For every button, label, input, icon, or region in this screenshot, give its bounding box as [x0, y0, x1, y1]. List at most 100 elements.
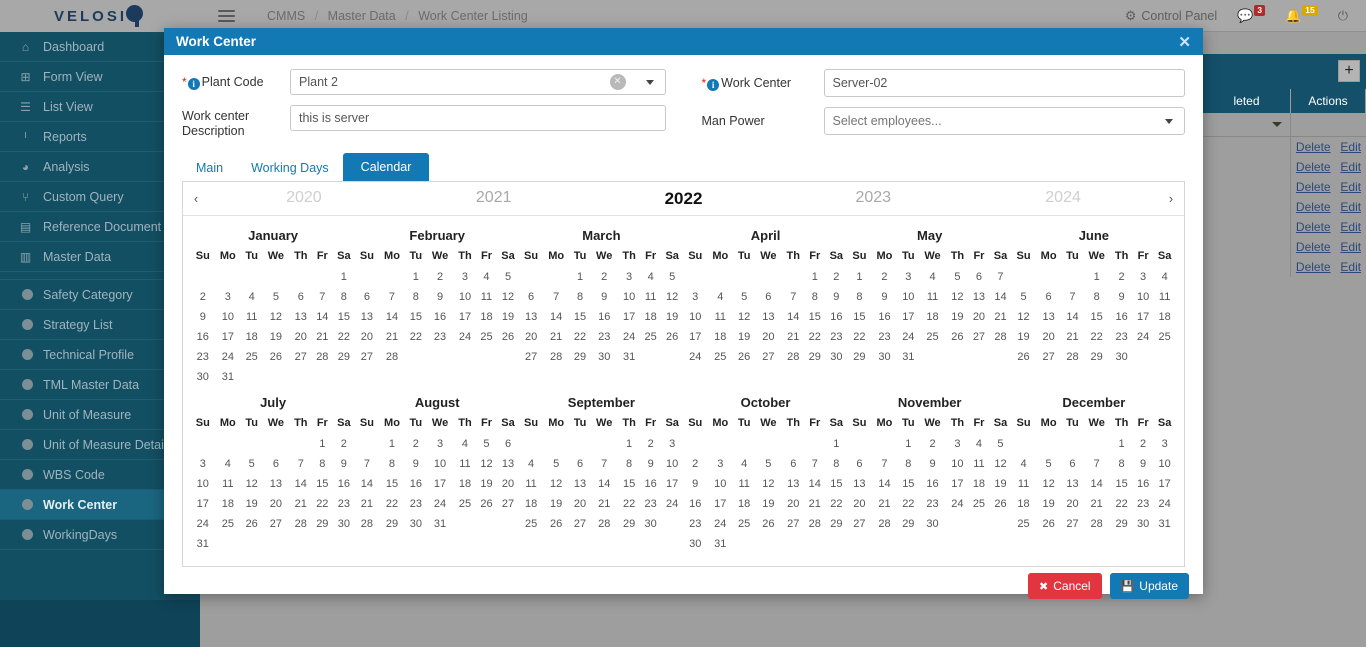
day-cell[interactable]: 29 [618, 514, 641, 534]
day-cell[interactable]: 6 [262, 454, 289, 474]
day-cell[interactable]: 18 [519, 494, 543, 514]
day-cell[interactable]: 2 [919, 434, 946, 454]
day-cell[interactable]: 24 [1153, 494, 1176, 514]
day-cell[interactable]: 19 [661, 307, 684, 327]
day-cell[interactable]: 26 [476, 494, 497, 514]
day-cell[interactable]: 26 [755, 514, 782, 534]
day-cell[interactable]: 23 [405, 494, 426, 514]
day-cell[interactable]: 17 [898, 307, 919, 327]
day-cell[interactable]: 14 [591, 474, 618, 494]
day-cell[interactable]: 4 [519, 454, 543, 474]
day-cell[interactable]: 15 [898, 474, 919, 494]
day-cell[interactable]: 16 [825, 307, 848, 327]
day-cell[interactable]: 12 [989, 454, 1012, 474]
day-cell[interactable]: 22 [805, 327, 826, 347]
day-cell[interactable]: 9 [591, 287, 618, 307]
day-cell[interactable]: 4 [734, 454, 755, 474]
day-cell[interactable]: 1 [618, 434, 641, 454]
day-cell[interactable]: 24 [215, 347, 242, 367]
hamburger-icon[interactable] [218, 9, 235, 22]
day-cell[interactable]: 14 [543, 307, 570, 327]
year-2020[interactable]: 2020 [209, 189, 399, 209]
day-cell[interactable]: 10 [191, 474, 215, 494]
day-cell[interactable]: 13 [1035, 307, 1062, 327]
day-cell[interactable]: 22 [405, 327, 426, 347]
day-cell[interactable]: 13 [497, 454, 520, 474]
tab-working-days[interactable]: Working Days [237, 155, 343, 181]
column-header-completed[interactable]: leted [1203, 89, 1291, 113]
day-cell[interactable]: 19 [946, 307, 969, 327]
day-cell[interactable]: 5 [1035, 454, 1062, 474]
day-cell[interactable]: 6 [1062, 454, 1083, 474]
year-2023[interactable]: 2023 [778, 189, 968, 209]
notifications-button[interactable]: 🔔 15 [1285, 5, 1318, 24]
day-cell[interactable]: 17 [683, 327, 707, 347]
day-cell[interactable]: 30 [1110, 347, 1133, 367]
delete-link[interactable]: Delete [1296, 260, 1331, 274]
day-cell[interactable]: 29 [312, 514, 333, 534]
day-cell[interactable]: 9 [871, 287, 898, 307]
day-cell[interactable]: 2 [426, 267, 453, 287]
day-cell[interactable]: 2 [640, 434, 661, 454]
day-cell[interactable]: 19 [241, 494, 262, 514]
day-cell[interactable]: 8 [569, 287, 590, 307]
day-cell[interactable]: 4 [215, 454, 242, 474]
day-cell[interactable]: 1 [1083, 267, 1110, 287]
day-cell[interactable]: 23 [825, 327, 848, 347]
day-cell[interactable]: 6 [782, 454, 805, 474]
day-cell[interactable]: 15 [405, 307, 426, 327]
day-cell[interactable]: 21 [1062, 327, 1083, 347]
day-cell[interactable]: 3 [661, 434, 684, 454]
day-cell[interactable]: 16 [871, 307, 898, 327]
day-cell[interactable]: 24 [191, 514, 215, 534]
day-cell[interactable]: 28 [1083, 514, 1110, 534]
day-cell[interactable]: 3 [454, 267, 477, 287]
day-cell[interactable]: 11 [1012, 474, 1036, 494]
day-cell[interactable]: 19 [543, 494, 570, 514]
day-cell[interactable]: 11 [519, 474, 543, 494]
day-cell[interactable]: 8 [825, 454, 848, 474]
day-cell[interactable]: 16 [1133, 474, 1154, 494]
day-cell[interactable]: 13 [755, 307, 782, 327]
day-cell[interactable]: 4 [640, 267, 661, 287]
day-cell[interactable]: 1 [848, 267, 872, 287]
day-cell[interactable]: 3 [1133, 267, 1154, 287]
day-cell[interactable]: 14 [379, 307, 406, 327]
day-cell[interactable]: 10 [215, 307, 242, 327]
day-cell[interactable]: 21 [379, 327, 406, 347]
day-cell[interactable]: 8 [848, 287, 872, 307]
day-cell[interactable]: 28 [591, 514, 618, 534]
day-cell[interactable]: 4 [919, 267, 946, 287]
day-cell[interactable]: 24 [426, 494, 453, 514]
day-cell[interactable]: 5 [734, 287, 755, 307]
day-cell[interactable]: 24 [898, 327, 919, 347]
day-cell[interactable]: 18 [707, 327, 734, 347]
day-cell[interactable]: 20 [519, 327, 543, 347]
day-cell[interactable]: 24 [454, 327, 477, 347]
day-cell[interactable]: 7 [805, 454, 826, 474]
day-cell[interactable]: 29 [825, 514, 848, 534]
delete-link[interactable]: Delete [1296, 240, 1331, 254]
day-cell[interactable]: 1 [805, 267, 826, 287]
day-cell[interactable]: 30 [871, 347, 898, 367]
day-cell[interactable]: 8 [618, 454, 641, 474]
day-cell[interactable]: 21 [355, 494, 379, 514]
day-cell[interactable]: 7 [591, 454, 618, 474]
day-cell[interactable]: 26 [262, 347, 289, 367]
day-cell[interactable]: 7 [312, 287, 333, 307]
year-2021[interactable]: 2021 [399, 189, 589, 209]
day-cell[interactable]: 23 [1133, 494, 1154, 514]
day-cell[interactable]: 13 [355, 307, 379, 327]
day-cell[interactable]: 11 [476, 287, 497, 307]
day-cell[interactable]: 1 [569, 267, 590, 287]
day-cell[interactable]: 18 [454, 474, 477, 494]
day-cell[interactable]: 2 [191, 287, 215, 307]
day-cell[interactable]: 30 [191, 367, 215, 387]
day-cell[interactable]: 22 [848, 327, 872, 347]
day-cell[interactable]: 30 [640, 514, 661, 534]
day-cell[interactable]: 22 [825, 494, 848, 514]
day-cell[interactable]: 16 [919, 474, 946, 494]
breadcrumb-item-master-data[interactable]: Master Data [328, 9, 396, 23]
day-cell[interactable]: 17 [946, 474, 969, 494]
day-cell[interactable]: 2 [871, 267, 898, 287]
